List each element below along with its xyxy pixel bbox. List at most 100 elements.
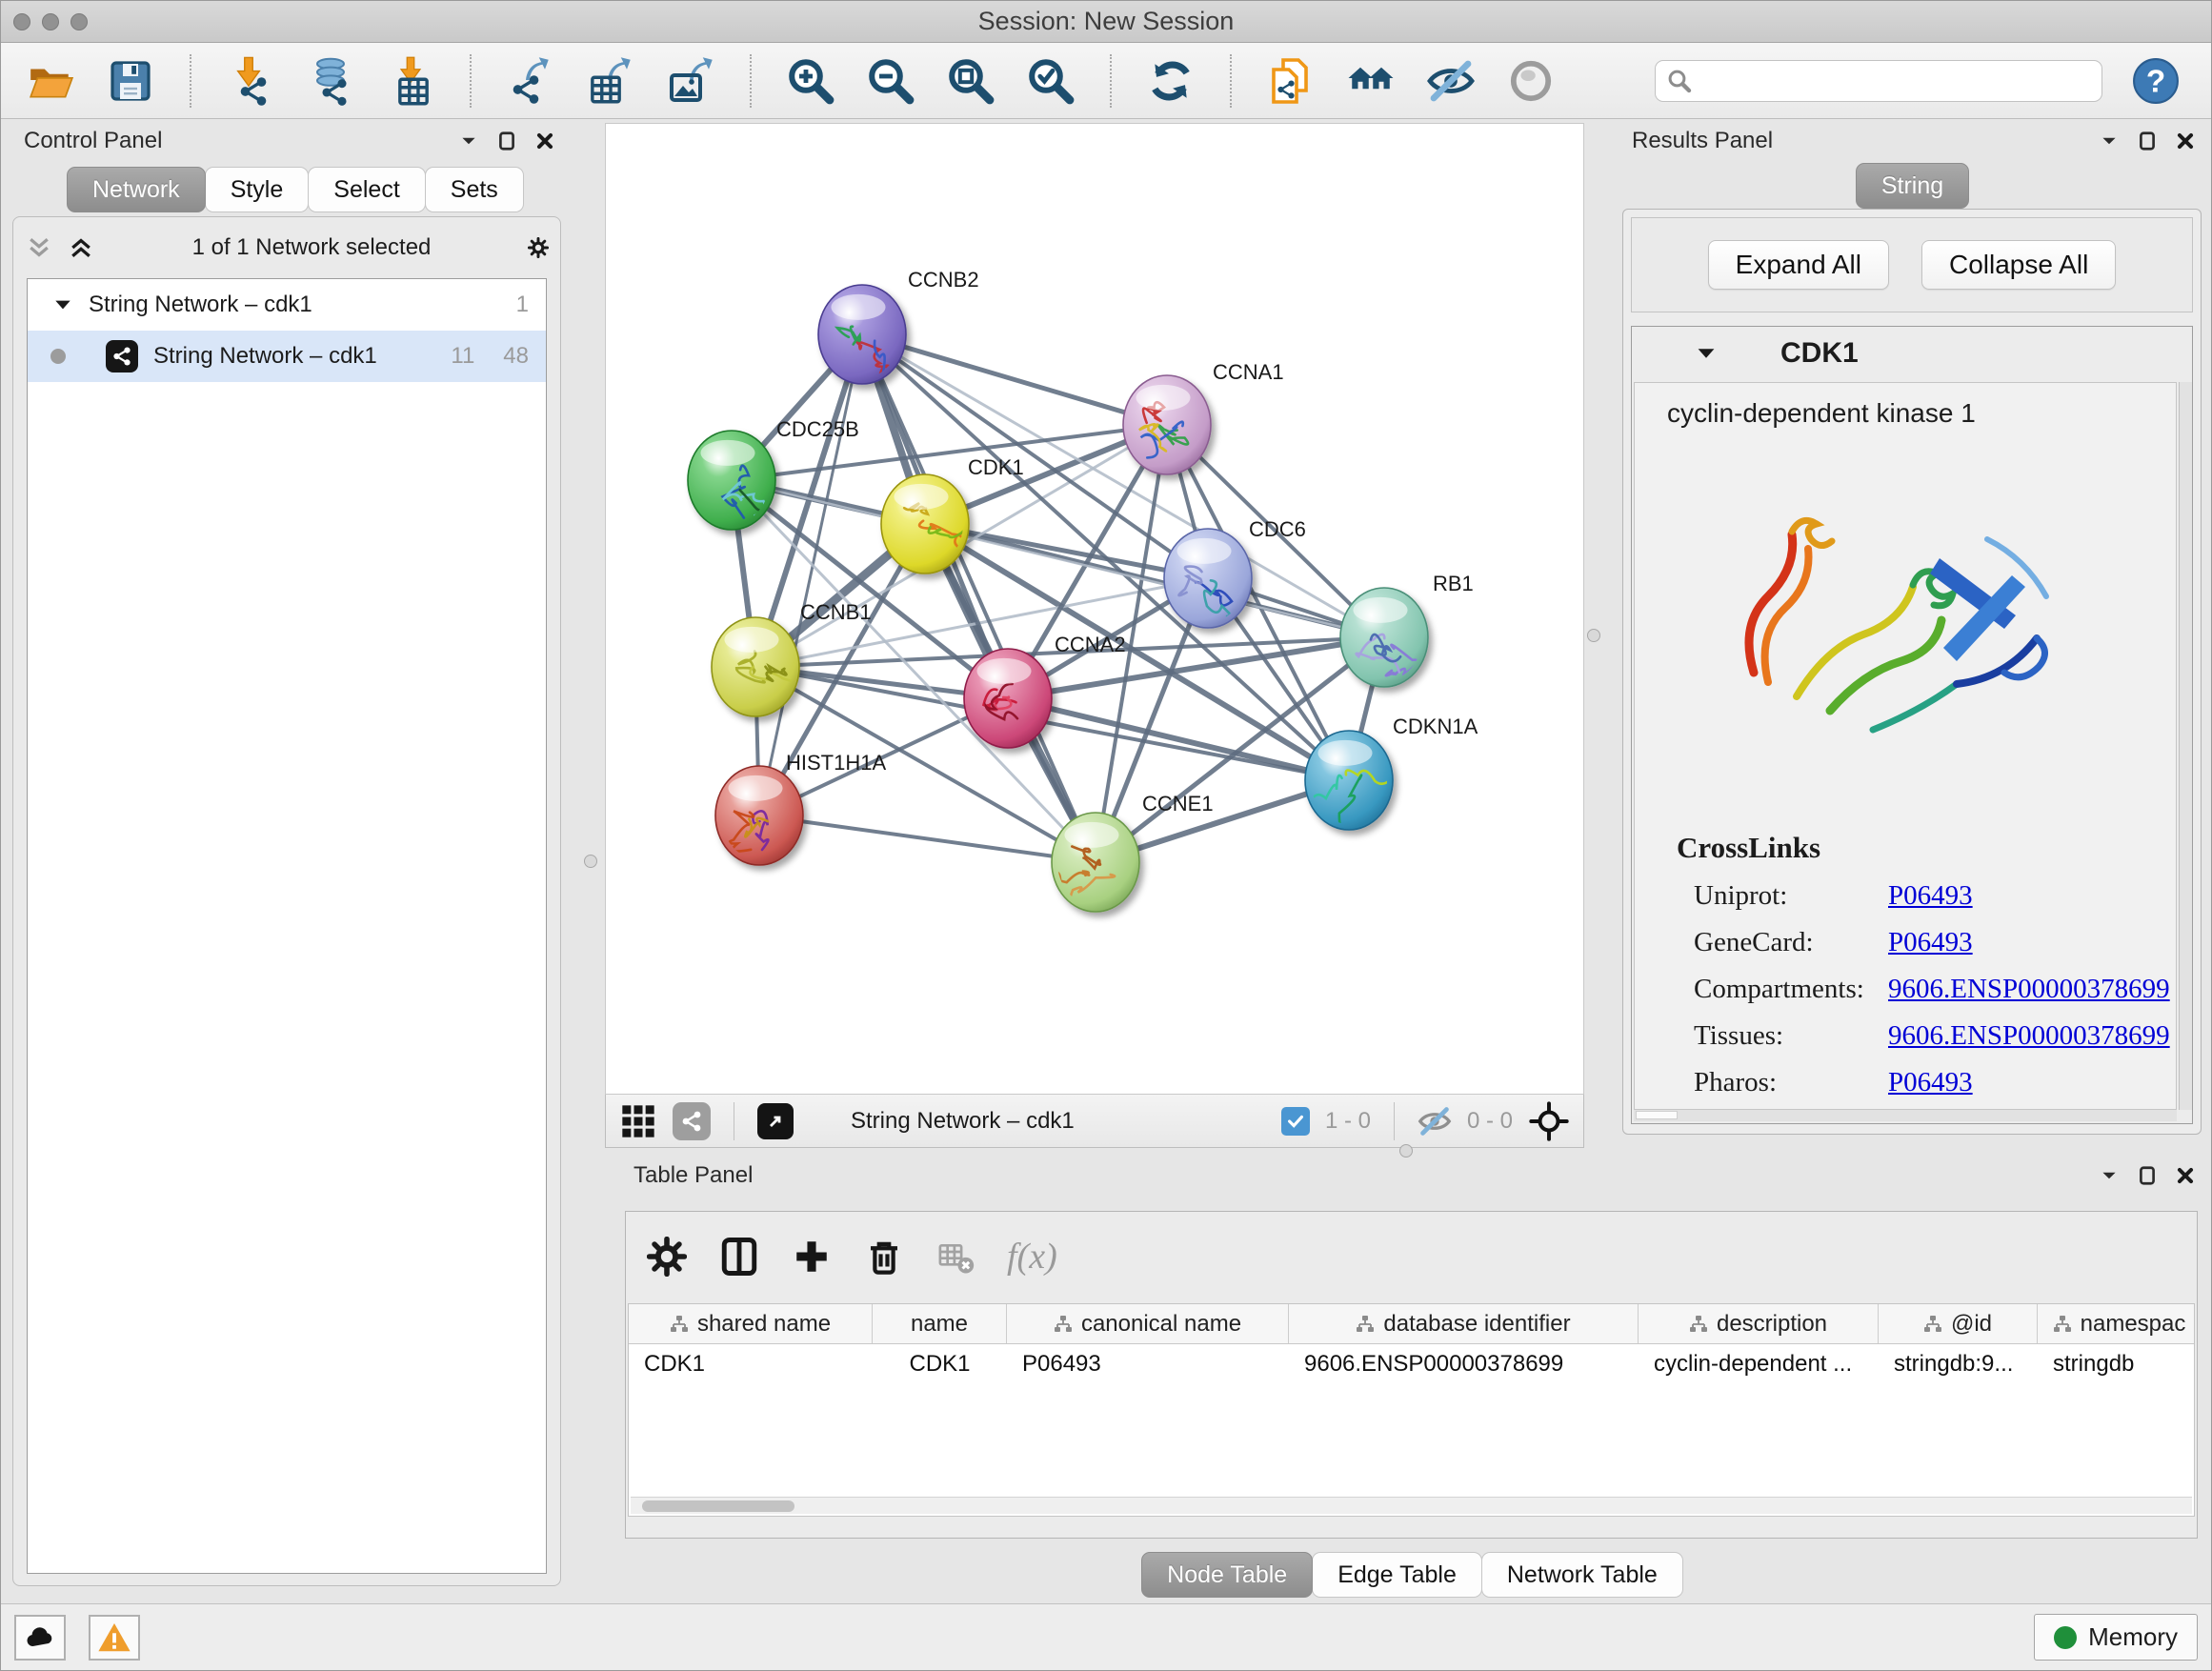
column-header-name[interactable]: name <box>873 1304 1007 1343</box>
import-network-file-icon[interactable] <box>224 54 277 108</box>
tab-string[interactable]: String <box>1856 163 1969 209</box>
collapse-panel-icon[interactable] <box>458 131 479 151</box>
zoom-in-icon[interactable] <box>784 54 837 108</box>
float-panel-icon[interactable] <box>496 131 517 151</box>
grid-view-icon[interactable] <box>619 1102 657 1140</box>
vertical-splitter-handle[interactable] <box>1587 629 1600 642</box>
column-header-description[interactable]: description <box>1639 1304 1879 1343</box>
horizontal-splitter-handle[interactable] <box>1399 1144 1413 1158</box>
column-header-shared-name[interactable]: shared name <box>629 1304 873 1343</box>
import-network-database-icon[interactable] <box>304 54 357 108</box>
copy-document-icon[interactable] <box>1264 54 1317 108</box>
crosslink-link[interactable]: P06493 <box>1888 880 1973 912</box>
network-edge-CCNB2-CCNE1[interactable] <box>862 334 1096 862</box>
export-network-icon[interactable] <box>504 54 557 108</box>
tab-style[interactable]: Style <box>205 167 310 212</box>
network-node-CCNE1[interactable]: CCNE1 <box>1052 792 1214 912</box>
close-panel-icon[interactable] <box>2175 131 2196 151</box>
crosslink-link[interactable]: P06493 <box>1888 927 1973 958</box>
collapse-panel-icon[interactable] <box>2099 1165 2120 1186</box>
open-session-icon[interactable] <box>24 54 77 108</box>
tab-edge-table[interactable]: Edge Table <box>1312 1552 1482 1598</box>
float-panel-icon[interactable] <box>2137 131 2158 151</box>
tab-node-table[interactable]: Node Table <box>1141 1552 1313 1598</box>
first-neighbors-homes-icon[interactable] <box>1344 54 1398 108</box>
close-panel-icon[interactable] <box>534 131 555 151</box>
collapse-section-icon[interactable] <box>1695 342 1718 365</box>
table-cell[interactable]: 9606.ENSP00000378699 <box>1289 1344 1639 1384</box>
zoom-fit-icon[interactable] <box>944 54 997 108</box>
hide-selected-eye-icon[interactable] <box>1424 54 1478 108</box>
collapse-all-button[interactable]: Collapse All <box>1921 240 2116 290</box>
export-image-icon[interactable] <box>664 54 717 108</box>
expand-all-button[interactable]: Expand All <box>1708 240 1889 290</box>
help-icon[interactable]: ? <box>2129 54 2182 108</box>
collapse-panel-icon[interactable] <box>2099 131 2120 151</box>
tab-network[interactable]: Network <box>67 167 206 212</box>
network-graph[interactable]: CCNB2CCNA1CDC25BCDK1CDC6RB1CCNB1CCNA2CDK… <box>606 124 1583 1094</box>
save-session-icon[interactable] <box>104 54 157 108</box>
table-options-gear-icon[interactable] <box>647 1237 687 1277</box>
table-cell[interactable]: CDK1 <box>629 1344 873 1384</box>
table-cell[interactable]: stringdb <box>2038 1344 2195 1384</box>
network-edge-CCNB2-HIST1H1A[interactable] <box>759 334 862 815</box>
refresh-icon[interactable] <box>1144 54 1197 108</box>
memory-button[interactable]: Memory <box>2034 1614 2198 1661</box>
expand-all-networks-icon[interactable] <box>67 233 95 262</box>
network-edge-CCNB2-CCNA1[interactable] <box>862 334 1167 425</box>
column-header-namespac[interactable]: namespac <box>2038 1304 2195 1343</box>
vertical-splitter-handle[interactable] <box>584 855 597 868</box>
network-collection-row[interactable]: String Network – cdk1 1 <box>28 279 546 331</box>
network-edge-CCNA2-CDKN1A[interactable] <box>1008 698 1349 780</box>
table-cell[interactable]: cyclin-dependent ... <box>1639 1344 1879 1384</box>
tab-network-table[interactable]: Network Table <box>1481 1552 1683 1598</box>
network-node-CCNB2[interactable]: CCNB2 <box>818 268 979 395</box>
table-horizontal-scrollbar[interactable] <box>631 1497 2192 1514</box>
network-row-selected[interactable]: String Network – cdk1 11 48 <box>28 331 546 382</box>
network-options-gear-icon[interactable] <box>528 237 549 258</box>
table-cell[interactable]: CDK1 <box>873 1344 1007 1384</box>
minimize-window-button[interactable] <box>42 13 59 30</box>
crosslink-link[interactable]: 9606.ENSP00000378699 <box>1888 1020 2170 1052</box>
show-columns-icon[interactable] <box>719 1237 759 1277</box>
network-node-RB1[interactable]: RB1 <box>1340 572 1474 687</box>
column-header-database-identifier[interactable]: database identifier <box>1289 1304 1639 1343</box>
zoom-selected-icon[interactable] <box>1024 54 1077 108</box>
collection-expander-icon[interactable] <box>52 294 73 315</box>
table-cell[interactable]: P06493 <box>1007 1344 1289 1384</box>
selected-checkbox-icon[interactable] <box>1281 1107 1310 1136</box>
open-external-icon[interactable] <box>757 1103 794 1139</box>
warning-status-button[interactable] <box>89 1615 140 1661</box>
show-graphics-eye-icon[interactable] <box>1504 54 1558 108</box>
network-edge-CCNE1-HIST1H1A[interactable] <box>759 815 1096 862</box>
table-cell[interactable]: stringdb:9... <box>1879 1344 2038 1384</box>
tab-sets[interactable]: Sets <box>425 167 524 212</box>
close-window-button[interactable] <box>13 13 30 30</box>
results-horizontal-scrollbar[interactable] <box>1634 1110 2177 1121</box>
collapse-all-networks-icon[interactable] <box>25 233 53 262</box>
network-node-CDK1[interactable]: CDK1 <box>881 455 1024 574</box>
zoom-out-icon[interactable] <box>864 54 917 108</box>
crosslink-link[interactable]: 9606.ENSP00000378699 <box>1888 974 2170 1005</box>
crosslink-link[interactable]: P06493 <box>1888 1067 1973 1098</box>
maximize-window-button[interactable] <box>70 13 88 30</box>
network-node-CDKN1A[interactable]: CDKN1A <box>1305 715 1478 849</box>
create-column-plus-icon[interactable] <box>792 1237 832 1277</box>
import-table-icon[interactable] <box>384 54 437 108</box>
network-node-HIST1H1A[interactable]: HIST1H1A <box>715 751 886 865</box>
results-vertical-scrollbar[interactable] <box>2179 382 2192 1110</box>
close-panel-icon[interactable] <box>2175 1165 2196 1186</box>
table-row[interactable]: CDK1CDK1P064939606.ENSP00000378699cyclin… <box>629 1344 2194 1384</box>
protein-card-header[interactable]: CDK1 <box>1632 327 2192 380</box>
column-header-@id[interactable]: @id <box>1879 1304 2038 1343</box>
export-table-icon[interactable] <box>584 54 637 108</box>
search-input[interactable] <box>1699 68 2090 94</box>
float-panel-icon[interactable] <box>2137 1165 2158 1186</box>
fit-selected-crosshair-icon[interactable] <box>1528 1100 1570 1142</box>
network-canvas[interactable]: CCNB2CCNA1CDC25BCDK1CDC6RB1CCNB1CCNA2CDK… <box>605 123 1584 1095</box>
birds-eye-view-icon[interactable] <box>673 1102 711 1140</box>
delete-column-trash-icon[interactable] <box>864 1237 904 1277</box>
cloud-status-button[interactable] <box>14 1615 66 1661</box>
column-header-canonical-name[interactable]: canonical name <box>1007 1304 1289 1343</box>
network-node-CCNA1[interactable]: CCNA1 <box>1123 360 1284 474</box>
